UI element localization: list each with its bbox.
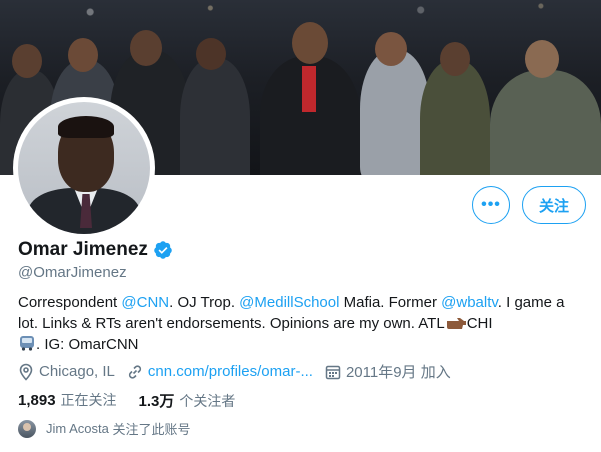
bio-text: . IG: OmarCNN [36, 336, 139, 353]
link-icon [128, 364, 141, 379]
joined-suffix: 加入 [420, 364, 451, 381]
profile-website[interactable]: cnn.com/profiles/omar-... [127, 363, 313, 380]
following-stat[interactable]: 1,893 正在关注 [18, 390, 117, 411]
calendar-icon [325, 365, 341, 379]
avatar-photo [18, 102, 150, 234]
profile-location: Chicago, IL [18, 363, 115, 381]
location-text: Chicago, IL [39, 363, 115, 380]
bio-text: CHI [466, 315, 493, 332]
profile-meta: Chicago, IL cnn.com/profiles/omar-... 20… [18, 361, 463, 382]
profile-avatar[interactable] [13, 97, 155, 239]
follower-name: Jim Acosta [46, 421, 109, 436]
bio-link-medill[interactable]: @MedillSchool [239, 294, 339, 311]
more-options-button[interactable]: ••• [472, 186, 510, 224]
following-label: 正在关注 [60, 392, 117, 408]
profile-bio: Correspondent @CNN. OJ Trop. @MedillScho… [18, 292, 588, 355]
profile-name-row: Omar Jimenez [18, 239, 173, 261]
followers-stat[interactable]: 1.3万 个关注者 [139, 390, 236, 411]
following-count: 1,893 [18, 392, 56, 409]
pointing-right-icon [446, 318, 466, 329]
follow-button[interactable]: 关注 [522, 186, 586, 224]
profile-joined: 2011年9月 加入 [325, 361, 451, 382]
verified-icon [154, 241, 172, 259]
bio-text: Mafia. Former [339, 294, 442, 311]
bio-text: Correspondent [18, 294, 122, 311]
followers-label: 个关注者 [179, 393, 236, 409]
followed-by-suffix: 关注了此账号 [112, 422, 191, 437]
follower-avatar [18, 419, 36, 438]
profile-name: Omar Jimenez [18, 239, 148, 260]
profile-handle: @OmarJimenez [18, 264, 127, 281]
bio-text: . OJ Trop. [169, 294, 240, 311]
website-link[interactable]: cnn.com/profiles/omar-... [148, 363, 313, 380]
profile-stats: 1,893 正在关注 1.3万 个关注者 [18, 390, 257, 411]
bio-link-wbaltv[interactable]: @wbaltv [441, 294, 498, 311]
bio-link-cnn[interactable]: @CNN [121, 294, 169, 311]
followers-count: 1.3万 [138, 393, 175, 410]
bus-icon [20, 336, 34, 351]
location-icon [19, 363, 33, 381]
joined-date: 2011年9月 [345, 364, 417, 381]
followed-by[interactable]: Jim Acosta 关注了此账号 [18, 419, 191, 438]
